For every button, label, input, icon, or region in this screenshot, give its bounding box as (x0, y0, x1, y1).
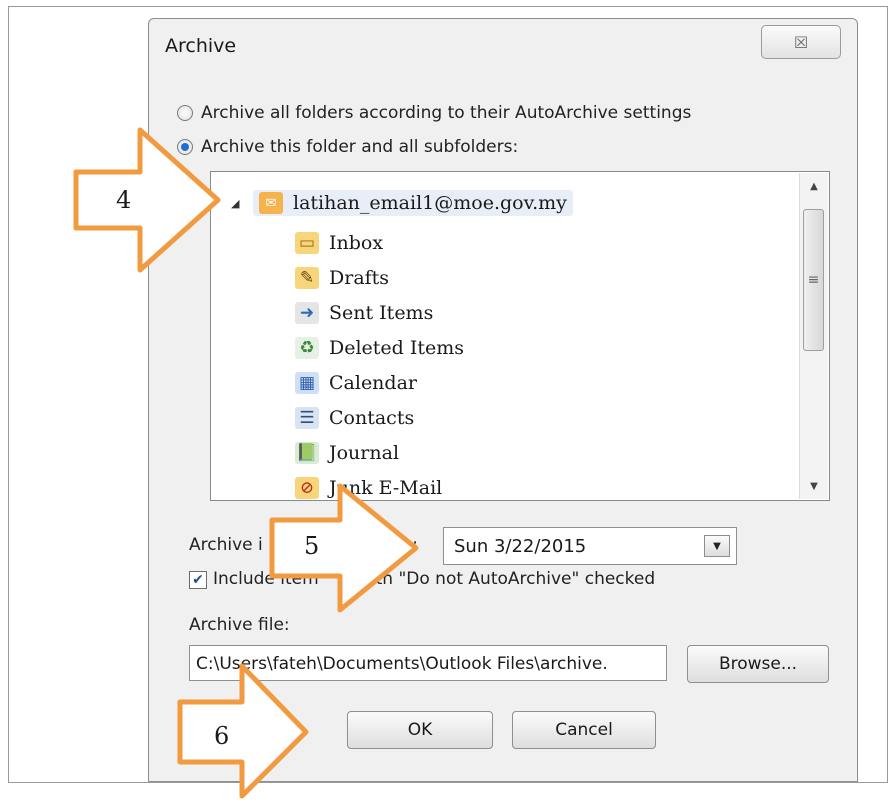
deleted-items-icon: ♻ (295, 337, 319, 359)
tree-item-label: Contacts (329, 407, 415, 429)
dialog-title: Archive (165, 35, 237, 57)
tree-item-label: Deleted Items (329, 337, 465, 359)
annotation-arrow-5 (269, 483, 419, 613)
option-archive-this-label: Archive this folder and all subfolders: (201, 137, 519, 157)
tree-item-drafts[interactable]: ✎ Drafts (295, 267, 389, 289)
inbox-icon: ▭ (295, 232, 319, 254)
radio-archive-all[interactable] (177, 105, 193, 121)
close-button[interactable]: ☒ (761, 25, 841, 59)
annotation-number-6: 6 (214, 722, 230, 750)
drafts-icon: ✎ (295, 267, 319, 289)
option-archive-all[interactable]: Archive all folders according to their A… (177, 103, 691, 123)
calendar-icon: ▦ (295, 372, 319, 394)
option-archive-this[interactable]: Archive this folder and all subfolders: (177, 137, 518, 157)
tree-item-sent-items[interactable]: ➜ Sent Items (295, 302, 433, 324)
close-icon: ☒ (793, 32, 809, 52)
chevron-down-icon[interactable]: ▼ (704, 535, 730, 557)
tree-root-label: latihan_email1@moe.gov.my (293, 192, 567, 214)
scroll-down-icon[interactable]: ▼ (800, 473, 828, 499)
journal-icon: 📗 (295, 442, 319, 464)
cancel-button[interactable]: Cancel (512, 711, 656, 749)
tree-item-label: Drafts (329, 267, 390, 289)
tree-scrollbar[interactable]: ▲ ≡ ▼ (799, 173, 828, 499)
tree-item-contacts[interactable]: ☰ Contacts (295, 407, 414, 429)
annotation-arrow-6 (177, 663, 309, 799)
contacts-icon: ☰ (295, 407, 319, 429)
archive-date-label-left: Archive i (189, 535, 263, 555)
annotation-number-4: 4 (116, 186, 132, 214)
mailbox-icon: ✉ (259, 192, 283, 214)
scroll-up-icon[interactable]: ▲ (800, 173, 828, 199)
archive-file-label: Archive file: (189, 615, 290, 635)
tree-item-deleted-items[interactable]: ♻ Deleted Items (295, 337, 464, 359)
tree-item-inbox[interactable]: ▭ Inbox (295, 232, 383, 254)
tree-item-label: Sent Items (329, 302, 434, 324)
collapse-triangle-icon[interactable]: ◢ (231, 197, 243, 210)
tree-item-label: Journal (329, 442, 400, 464)
tree-item-journal[interactable]: 📗 Journal (295, 442, 399, 464)
folder-tree[interactable]: ◢ ✉ latihan_email1@moe.gov.my ▭ Inbox ✎ … (210, 171, 830, 501)
ok-button[interactable]: OK (347, 711, 493, 749)
annotation-arrow-4 (73, 127, 221, 273)
browse-button[interactable]: Browse... (687, 645, 829, 683)
tree-item-label: Inbox (329, 232, 384, 254)
check-icon: ✔ (192, 572, 204, 588)
archive-date-field[interactable]: Sun 3/22/2015 ▼ (443, 527, 737, 565)
archive-date-value: Sun 3/22/2015 (454, 536, 587, 557)
tree-item-label: Calendar (329, 372, 417, 394)
annotation-number-5: 5 (304, 532, 320, 560)
sent-items-icon: ➜ (295, 302, 319, 324)
option-archive-all-label: Archive all folders according to their A… (201, 103, 692, 123)
tree-item-calendar[interactable]: ▦ Calendar (295, 372, 417, 394)
scroll-thumb[interactable]: ≡ (803, 209, 824, 351)
include-checkbox[interactable]: ✔ (189, 571, 207, 589)
tree-root[interactable]: ◢ ✉ latihan_email1@moe.gov.my (231, 190, 573, 216)
